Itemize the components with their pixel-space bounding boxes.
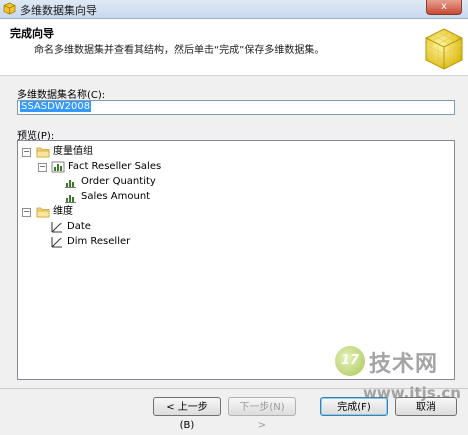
cube-name-label: 多维数据集名称(C):: [17, 90, 106, 101]
footer-divider: [0, 388, 468, 389]
collapse-toggle-icon[interactable]: −: [22, 148, 31, 157]
tree-node-dimension[interactable]: Date: [50, 220, 250, 234]
tree-label-fact-reseller-sales: Fact Reseller Sales: [68, 161, 162, 172]
tree-node-measure[interactable]: Order Quantity: [64, 175, 264, 189]
cancel-button[interactable]: 取消: [395, 397, 457, 416]
cube-name-value: SSASDW2008: [20, 101, 92, 112]
tree-node-measure-groups[interactable]: − 度量值组: [22, 145, 222, 159]
title-bar: 多维数据集向导 x: [0, 0, 468, 19]
next-button[interactable]: 下一步(N) >: [228, 397, 296, 431]
cube-name-input[interactable]: SSASDW2008: [17, 100, 455, 115]
tree-node-dimension[interactable]: Dim Reseller: [50, 235, 250, 249]
wizard-header: 完成向导 命名多维数据集并查看其结构，然后单击“完成”保存多维数据集。: [0, 19, 468, 76]
tree-label-sales-amount: Sales Amount: [81, 191, 151, 202]
tree-label-order-quantity: Order Quantity: [81, 176, 156, 187]
collapse-toggle-icon[interactable]: −: [22, 208, 31, 217]
measure-icon: [65, 195, 76, 203]
preview-tree[interactable]: − 度量值组 − Fact Reseller Sales Order Quant…: [17, 140, 455, 380]
page-title: 完成向导: [10, 27, 54, 40]
folder-icon: [36, 207, 50, 218]
tree-node-dimensions[interactable]: − 维度: [22, 205, 222, 219]
tree-label-date: Date: [67, 221, 91, 232]
dimension-icon: [51, 237, 62, 248]
folder-icon: [36, 147, 50, 158]
collapse-toggle-icon[interactable]: −: [38, 163, 47, 172]
page-description: 命名多维数据集并查看其结构，然后单击“完成”保存多维数据集。: [34, 45, 325, 56]
tree-label-measure-groups: 度量值组: [53, 146, 93, 157]
measure-group-icon: [51, 161, 65, 173]
dimension-icon: [51, 222, 62, 233]
tree-node-measure[interactable]: Sales Amount: [64, 190, 264, 204]
window-title: 多维数据集向导: [20, 4, 97, 17]
tree-node-fact-reseller-sales[interactable]: − Fact Reseller Sales: [38, 160, 238, 174]
cube-illustration-icon: [425, 28, 463, 70]
cube-app-icon: [3, 2, 16, 15]
back-button[interactable]: < 上一步(B): [153, 397, 221, 431]
close-icon: x: [441, 1, 447, 12]
tree-label-dim-reseller: Dim Reseller: [67, 236, 131, 247]
measure-icon: [65, 180, 76, 188]
finish-button[interactable]: 完成(F): [320, 397, 388, 416]
tree-label-dimensions: 维度: [53, 206, 73, 217]
close-button[interactable]: x: [426, 0, 462, 15]
